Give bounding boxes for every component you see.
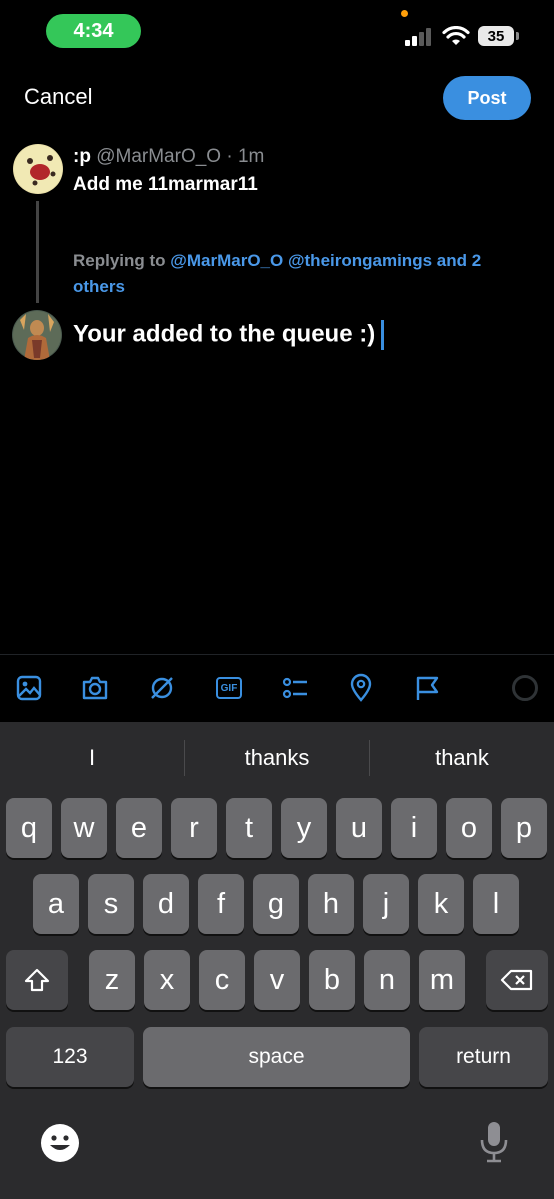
emoji-icon[interactable] [38, 1121, 82, 1165]
image-icon[interactable] [14, 673, 44, 703]
key-o[interactable]: o [446, 798, 492, 858]
key-m[interactable]: m [419, 950, 465, 1010]
flag-icon[interactable] [412, 673, 442, 703]
reply-compose-input[interactable]: Your added to the queue :) [73, 320, 385, 350]
key-h[interactable]: h [308, 874, 354, 934]
cancel-button[interactable]: Cancel [24, 84, 92, 110]
post-button[interactable]: Post [443, 76, 531, 120]
privacy-indicator-dot [401, 10, 408, 17]
reply-draft-text: Your added to the queue :) [73, 320, 376, 348]
numbers-key[interactable]: 123 [6, 1027, 134, 1087]
status-bar: 4:34 35 [0, 0, 554, 62]
character-count-ring [512, 675, 538, 701]
poll-icon[interactable] [280, 673, 310, 703]
key-x[interactable]: x [144, 950, 190, 1010]
key-b[interactable]: b [309, 950, 355, 1010]
key-g[interactable]: g [253, 874, 299, 934]
shift-icon [24, 968, 50, 992]
camera-icon[interactable] [80, 673, 110, 703]
grok-icon[interactable] [147, 673, 177, 703]
cellular-signal-icon [405, 28, 435, 46]
onscreen-keyboard: I thanks thank q w e r t y u i o p a s d… [0, 722, 554, 1199]
text-cursor [381, 320, 385, 350]
key-t[interactable]: t [226, 798, 272, 858]
key-s[interactable]: s [88, 874, 134, 934]
suggestion-1[interactable]: I [0, 722, 184, 794]
original-author-name[interactable]: :p [73, 146, 91, 167]
original-post-header: :p @MarMarO_O · 1m [73, 146, 264, 168]
key-y[interactable]: y [281, 798, 327, 858]
key-w[interactable]: w [61, 798, 107, 858]
return-key[interactable]: return [419, 1027, 548, 1087]
key-z[interactable]: z [89, 950, 135, 1010]
status-time: 4:34 [46, 14, 141, 48]
key-v[interactable]: v [254, 950, 300, 1010]
key-q[interactable]: q [6, 798, 52, 858]
backspace-icon [500, 969, 533, 991]
key-k[interactable]: k [418, 874, 464, 934]
gif-icon[interactable]: GIF [214, 673, 244, 703]
key-c[interactable]: c [199, 950, 245, 1010]
user-avatar [12, 310, 62, 360]
key-l[interactable]: l [473, 874, 519, 934]
original-author-handle-time: @MarMarO_O · 1m [96, 146, 265, 167]
thread-connector-line [36, 201, 39, 303]
location-icon[interactable] [346, 673, 376, 703]
gif-label: GIF [216, 677, 242, 699]
key-r[interactable]: r [171, 798, 217, 858]
key-u[interactable]: u [336, 798, 382, 858]
suggestion-2[interactable]: thanks [185, 722, 369, 794]
shift-key[interactable] [6, 950, 68, 1010]
key-n[interactable]: n [364, 950, 410, 1010]
key-p[interactable]: p [501, 798, 547, 858]
delete-key[interactable] [486, 950, 548, 1010]
battery-indicator: 35 [478, 26, 519, 46]
key-d[interactable]: d [143, 874, 189, 934]
replying-to-prefix: Replying to [73, 251, 171, 270]
compose-toolbar: GIF [0, 654, 554, 720]
key-a[interactable]: a [33, 874, 79, 934]
original-author-avatar[interactable] [13, 144, 63, 194]
wifi-icon [442, 26, 470, 45]
replying-to-line: Replying to @MarMarO_O @theirongamings a… [73, 248, 533, 300]
original-post-text: Add me 11marmar11 [73, 174, 258, 195]
key-e[interactable]: e [116, 798, 162, 858]
key-f[interactable]: f [198, 874, 244, 934]
suggestion-3[interactable]: thank [370, 722, 554, 794]
key-j[interactable]: j [363, 874, 409, 934]
space-key[interactable]: space [143, 1027, 410, 1087]
dictation-mic-icon[interactable] [474, 1118, 514, 1166]
key-i[interactable]: i [391, 798, 437, 858]
